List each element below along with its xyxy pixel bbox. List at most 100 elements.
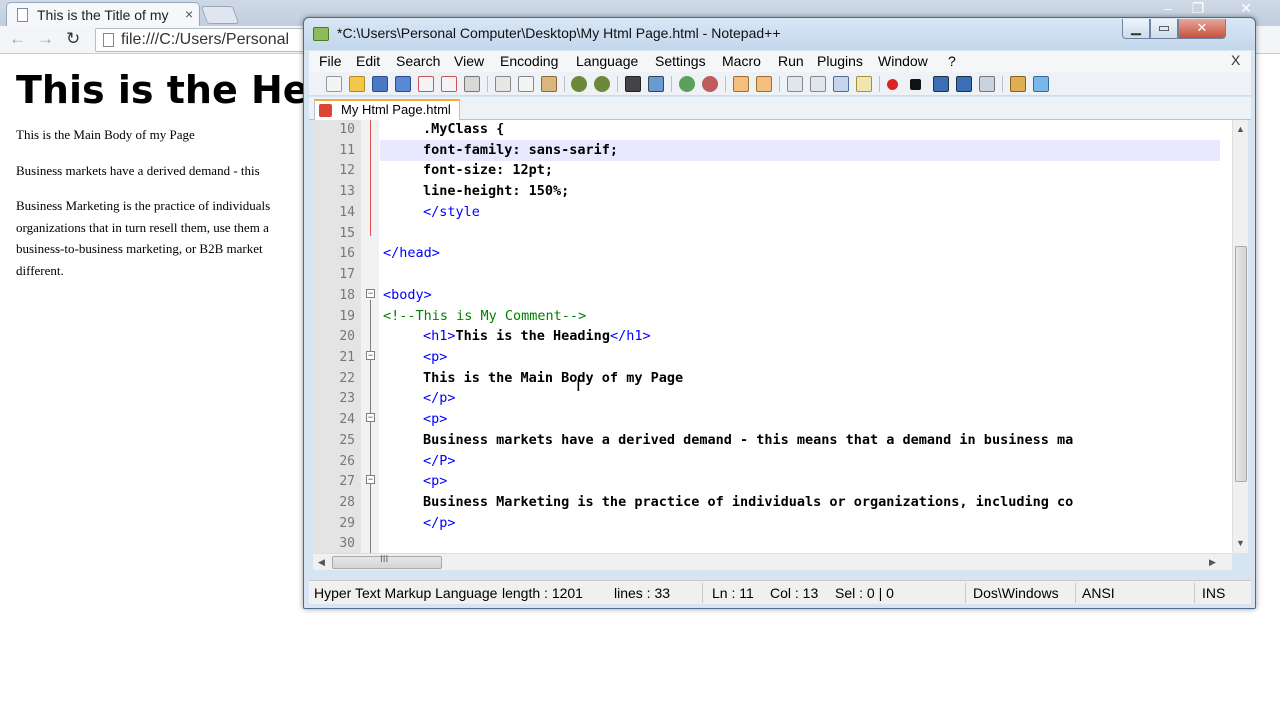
scroll-down-icon[interactable]: ▼ xyxy=(1236,538,1245,548)
vertical-scrollbar[interactable]: ▲ ▼ xyxy=(1232,120,1248,553)
line-number: 26 xyxy=(339,454,355,469)
line-number: 24 xyxy=(339,412,355,427)
user-language-icon[interactable] xyxy=(856,76,872,92)
status-length: length : 1201 xyxy=(502,585,583,601)
save-icon[interactable] xyxy=(372,76,388,92)
vertical-scroll-thumb[interactable] xyxy=(1235,246,1247,482)
redo-icon[interactable] xyxy=(594,76,610,92)
record-macro-icon[interactable] xyxy=(887,79,898,90)
new-tab-button[interactable] xyxy=(200,6,240,24)
code-editor[interactable]: 10 11 12 13 14 15 16 17 18 19 20 21 22 2… xyxy=(313,120,1248,553)
menu-edit[interactable]: Edit xyxy=(356,53,380,69)
browser-close-icon[interactable]: ✕ xyxy=(1232,0,1260,18)
scroll-up-icon[interactable]: ▲ xyxy=(1236,124,1245,134)
line-number: 15 xyxy=(339,226,355,241)
menu-window[interactable]: Window xyxy=(878,53,928,69)
menu-help[interactable]: ? xyxy=(948,53,956,69)
undo-icon[interactable] xyxy=(571,76,587,92)
h1-text: This is the Heading xyxy=(455,328,610,344)
zoom-out-icon[interactable] xyxy=(702,76,718,92)
menu-macro[interactable]: Macro xyxy=(722,53,761,69)
fold-toggle-icon[interactable]: − xyxy=(366,413,375,422)
maximize-icon[interactable]: ▭ xyxy=(1150,19,1178,39)
status-lines: lines : 33 xyxy=(614,585,671,601)
horizontal-scrollbar[interactable]: ◀ III ▶ xyxy=(313,553,1232,570)
forward-arrow-icon[interactable]: → xyxy=(37,29,54,49)
close-all-icon[interactable] xyxy=(441,76,457,92)
word-wrap-icon[interactable] xyxy=(787,76,803,92)
horizontal-scroll-thumb[interactable]: III xyxy=(332,554,442,569)
menu-view[interactable]: View xyxy=(454,53,484,69)
save-all-icon[interactable] xyxy=(395,76,411,92)
sync-vertical-icon[interactable] xyxy=(733,76,749,92)
page-heading: This is the He xyxy=(16,68,309,112)
npp-window-title: *C:\Users\Personal Computer\Desktop\My H… xyxy=(337,25,781,41)
browser-minimize-icon[interactable]: – xyxy=(1154,0,1182,18)
reload-icon[interactable]: ↻ xyxy=(66,29,80,49)
minimize-icon[interactable]: ▁ xyxy=(1122,19,1150,39)
find-icon[interactable] xyxy=(625,76,641,92)
fold-toggle-icon[interactable]: − xyxy=(366,289,375,298)
run-macro-multiple-icon[interactable] xyxy=(956,76,972,92)
menu-encoding[interactable]: Encoding xyxy=(500,53,558,69)
fold-toggle-icon[interactable]: − xyxy=(366,351,375,360)
document-tab[interactable]: My Html Page.html xyxy=(314,99,460,120)
line-number: 13 xyxy=(339,184,355,199)
copy-icon[interactable] xyxy=(518,76,534,92)
back-arrow-icon[interactable]: ← xyxy=(9,29,26,49)
scroll-right-icon[interactable]: ▶ xyxy=(1209,557,1216,568)
menu-language[interactable]: Language xyxy=(576,53,638,69)
menu-search[interactable]: Search xyxy=(396,53,440,69)
cut-icon[interactable] xyxy=(495,76,511,92)
show-all-characters-icon[interactable] xyxy=(810,76,826,92)
address-url: file:///C:/Users/Personal xyxy=(121,31,290,48)
notepad-app-icon xyxy=(313,27,329,41)
i-beam-cursor-icon: I xyxy=(576,376,581,395)
browser-maximize-icon[interactable]: ❐ xyxy=(1184,0,1212,18)
open-folder-icon[interactable] xyxy=(349,76,365,92)
npp-toolbar xyxy=(309,72,1251,96)
page-icon xyxy=(103,33,114,47)
h1-open-tag: <h1> xyxy=(423,328,456,344)
close-document-icon[interactable]: X xyxy=(1231,52,1240,68)
new-file-icon[interactable] xyxy=(326,76,342,92)
browser-tab[interactable]: This is the Title of my × xyxy=(6,2,200,26)
paste-icon[interactable] xyxy=(541,76,557,92)
npp-title-bar[interactable]: *C:\Users\Personal Computer\Desktop\My H… xyxy=(304,18,1255,50)
code-line-10: .MyClass { xyxy=(423,121,505,137)
menu-settings[interactable]: Settings xyxy=(655,53,706,69)
line-number: 12 xyxy=(339,163,355,178)
status-column: Col : 13 xyxy=(770,585,819,601)
page-icon xyxy=(17,8,28,22)
launch-browser-icon[interactable] xyxy=(1010,76,1026,92)
npp-menu-bar: File Edit Search View Encoding Language … xyxy=(309,51,1251,72)
fold-toggle-icon[interactable]: − xyxy=(366,475,375,484)
replace-icon[interactable] xyxy=(648,76,664,92)
npp-status-bar: Hyper Text Markup Language length : 1201… xyxy=(309,580,1251,604)
indent-guide-icon[interactable] xyxy=(833,76,849,92)
line-number: 27 xyxy=(339,474,355,489)
close-file-icon[interactable] xyxy=(418,76,434,92)
print-icon[interactable] xyxy=(464,76,480,92)
close-icon[interactable]: ✕ xyxy=(1178,19,1226,39)
line-number: 11 xyxy=(339,143,355,158)
menu-file[interactable]: File xyxy=(319,53,342,69)
code-line-22: This is the Main Body of my Page xyxy=(423,370,684,386)
document-tab-label: My Html Page.html xyxy=(341,102,451,117)
line-number: 29 xyxy=(339,516,355,531)
line-number-gutter: 10 11 12 13 14 15 16 17 18 19 20 21 22 2… xyxy=(313,120,361,553)
zoom-in-icon[interactable] xyxy=(679,76,695,92)
play-macro-icon[interactable] xyxy=(933,76,949,92)
sync-horizontal-icon[interactable] xyxy=(756,76,772,92)
stop-macro-icon[interactable] xyxy=(910,79,921,90)
scroll-left-icon[interactable]: ◀ xyxy=(318,557,325,568)
tab-close-icon[interactable]: × xyxy=(185,6,193,22)
line-number: 10 xyxy=(339,122,355,137)
line-number: 17 xyxy=(339,267,355,282)
menu-run[interactable]: Run xyxy=(778,53,804,69)
save-macro-icon[interactable] xyxy=(979,76,995,92)
line-number: 22 xyxy=(339,371,355,386)
spell-check-icon[interactable] xyxy=(1033,76,1049,92)
menu-plugins[interactable]: Plugins xyxy=(817,53,863,69)
code-line-19: <!--This is My Comment--> xyxy=(383,308,587,324)
